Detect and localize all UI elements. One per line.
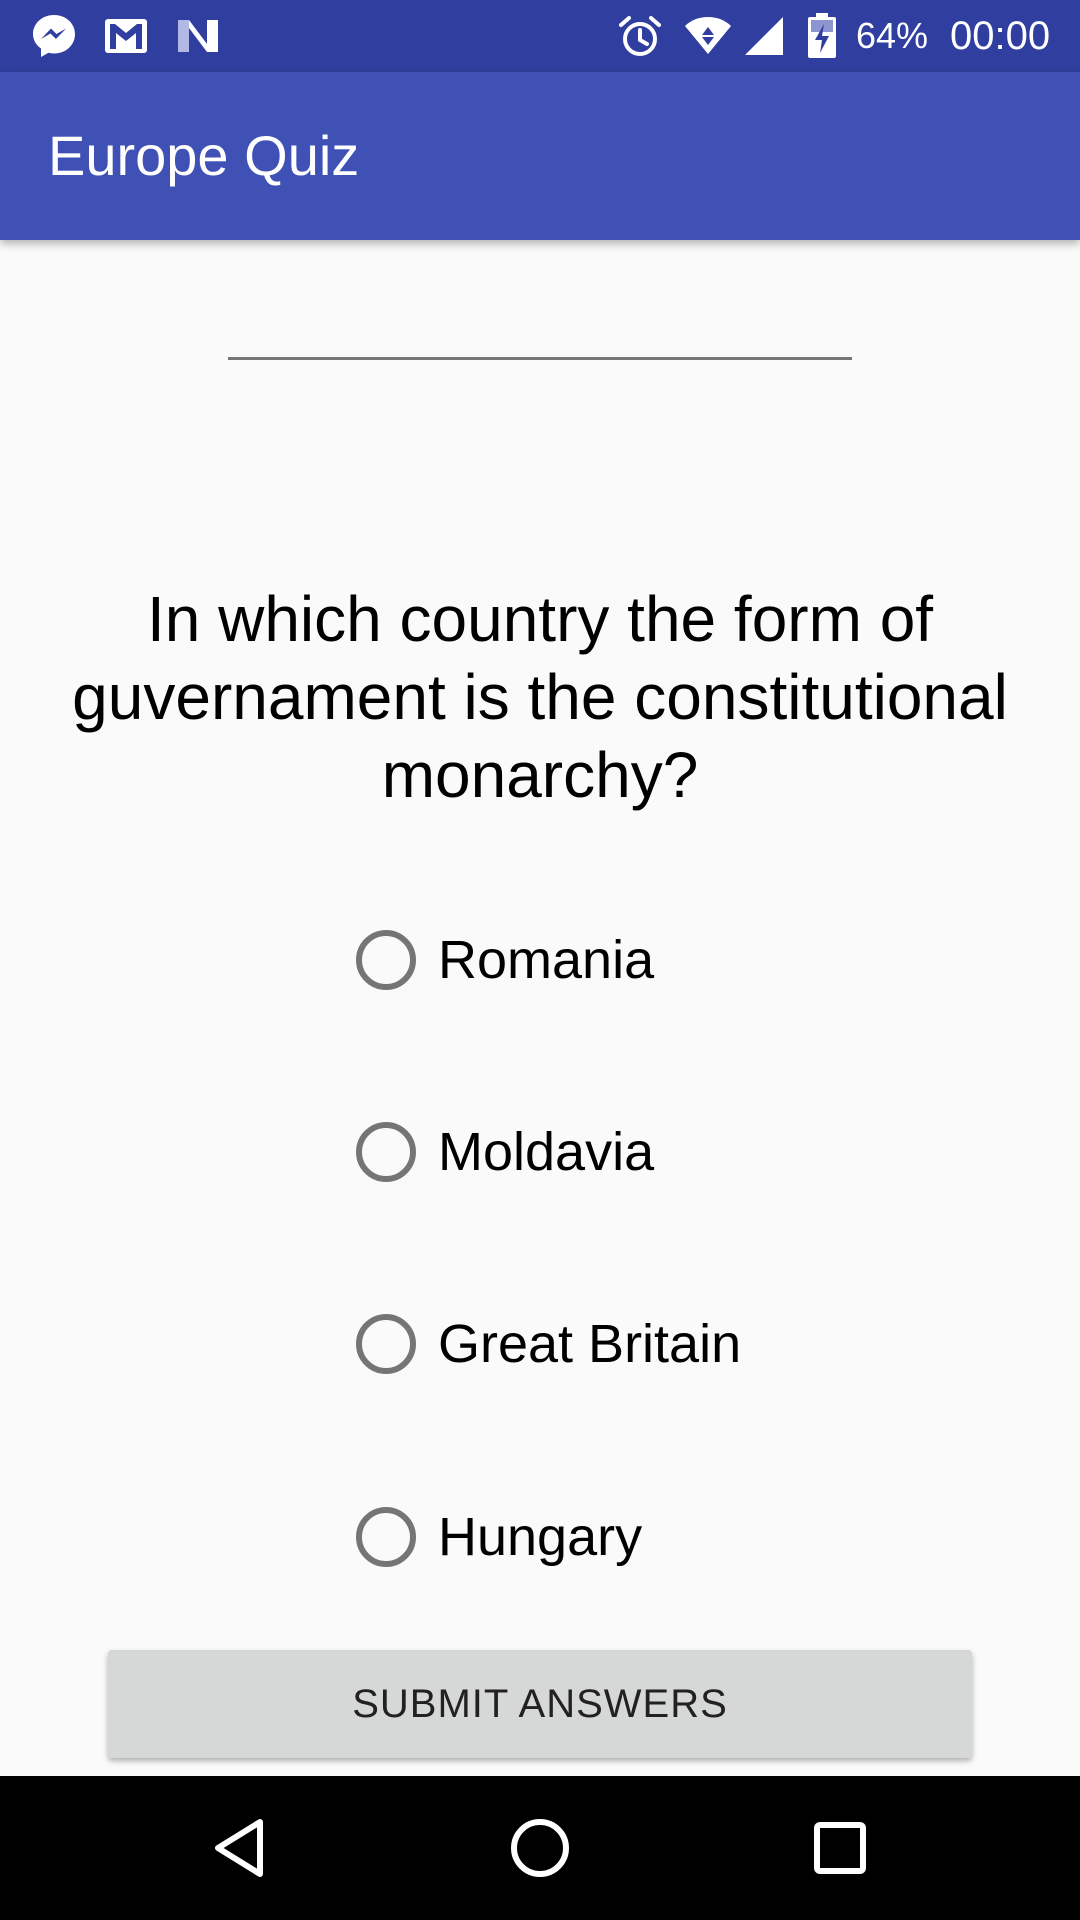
app-title: Europe Quiz: [48, 124, 360, 187]
radio-option-moldavia[interactable]: Moldavia: [356, 1112, 654, 1192]
app-bar: Europe Quiz: [0, 72, 1080, 240]
clock: 00:00: [950, 14, 1051, 58]
home-icon: [511, 1819, 569, 1877]
battery-charging-icon: [798, 12, 846, 60]
radio-button-icon[interactable]: [356, 1507, 416, 1567]
radio-option-hungary[interactable]: Hungary: [356, 1497, 642, 1577]
gmail-icon: [102, 12, 150, 60]
radio-option-romania[interactable]: Romania: [356, 920, 654, 1000]
option-label: Great Britain: [438, 1314, 742, 1374]
back-button[interactable]: [180, 1800, 300, 1896]
radio-option-great-britain[interactable]: Great Britain: [356, 1304, 741, 1384]
name-input[interactable]: [228, 296, 852, 360]
navigation-bar: [0, 1776, 1080, 1920]
status-bar: 64% 00:00: [0, 0, 1080, 72]
radio-button-icon[interactable]: [356, 1314, 416, 1374]
option-label: Hungary: [438, 1507, 643, 1567]
recents-button[interactable]: [780, 1800, 900, 1896]
battery-percent: 64%: [856, 15, 929, 56]
messenger-icon: [30, 12, 78, 60]
option-label: Moldavia: [438, 1122, 655, 1182]
recents-icon: [814, 1822, 866, 1874]
n-app-icon: [174, 12, 222, 60]
cell-signal-icon: [740, 12, 788, 60]
back-icon: [215, 1819, 263, 1877]
question-text: In which country the form of guvernament…: [72, 583, 1008, 811]
option-label: Romania: [438, 930, 655, 990]
wifi-icon: [684, 12, 732, 60]
radio-button-icon[interactable]: [356, 930, 416, 990]
home-button[interactable]: [480, 1800, 600, 1896]
radio-button-icon[interactable]: [356, 1122, 416, 1182]
submit-answers-button[interactable]: SUBMIT ANSWERS: [108, 1650, 972, 1758]
screen: 64% 00:00 Europe Quiz In which country t…: [0, 0, 1080, 1920]
alarm-icon: [616, 12, 664, 60]
